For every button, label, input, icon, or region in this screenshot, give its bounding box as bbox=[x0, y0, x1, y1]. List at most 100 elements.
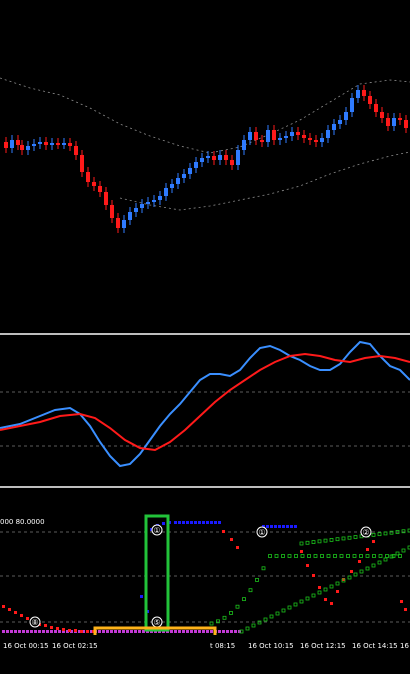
red-dot bbox=[312, 574, 315, 577]
magenta-dot bbox=[2, 630, 5, 633]
candle-body bbox=[236, 150, 240, 165]
marker-label: ② bbox=[362, 528, 369, 537]
green-dot bbox=[257, 620, 262, 625]
candle-body bbox=[290, 132, 294, 136]
magenta-dot bbox=[98, 630, 101, 633]
red-dot bbox=[2, 605, 5, 608]
green-dot bbox=[300, 554, 305, 558]
red-dot bbox=[80, 630, 83, 633]
candle-body bbox=[16, 140, 20, 145]
candle-body bbox=[164, 188, 168, 196]
candle-body bbox=[98, 186, 102, 192]
green-dot bbox=[377, 532, 382, 537]
magenta-dot bbox=[6, 630, 9, 633]
green-dot bbox=[326, 554, 331, 558]
magenta-dot bbox=[58, 630, 61, 633]
candle-body bbox=[194, 162, 198, 168]
blue-dot bbox=[214, 521, 217, 524]
green-dot bbox=[365, 566, 370, 571]
blue-dot bbox=[162, 522, 165, 525]
candle-body bbox=[374, 104, 378, 112]
green-dot bbox=[255, 578, 259, 582]
magenta-dot bbox=[210, 630, 213, 633]
green-dot bbox=[335, 537, 340, 542]
magenta-dot bbox=[174, 630, 177, 633]
green-dot bbox=[329, 584, 334, 589]
candlestick-chart bbox=[0, 77, 410, 233]
magenta-dot bbox=[118, 630, 121, 633]
time-label: t 08:15 bbox=[210, 642, 236, 650]
price-chart-pane[interactable] bbox=[0, 0, 410, 333]
green-dot bbox=[268, 554, 272, 558]
red-dot bbox=[358, 560, 361, 563]
green-dot bbox=[274, 554, 279, 558]
candle-body bbox=[10, 140, 14, 148]
magenta-dot bbox=[194, 630, 197, 633]
green-dot bbox=[275, 611, 280, 616]
indicator-pane[interactable]: ① ① ② ⑤ ⑧ bbox=[0, 490, 410, 635]
green-dot bbox=[353, 535, 358, 539]
candle-body bbox=[68, 143, 72, 146]
green-dot bbox=[222, 615, 227, 620]
magenta-dot bbox=[186, 630, 189, 633]
green-dot bbox=[359, 569, 364, 574]
magenta-dot bbox=[30, 630, 33, 633]
green-dot bbox=[307, 554, 311, 558]
green-dot bbox=[235, 604, 240, 609]
candle-body bbox=[218, 155, 222, 160]
magenta-dot bbox=[50, 630, 53, 633]
red-dot bbox=[330, 602, 333, 605]
green-dot bbox=[401, 548, 406, 553]
candle-body bbox=[320, 138, 324, 142]
candle-body bbox=[212, 156, 216, 160]
green-dot bbox=[261, 566, 266, 571]
blue-dot bbox=[178, 521, 181, 524]
candle-body bbox=[140, 204, 144, 208]
green-dot bbox=[248, 588, 253, 593]
blue-dot bbox=[206, 521, 209, 524]
marker-label: ⑤ bbox=[153, 618, 160, 627]
candle-body bbox=[278, 138, 282, 140]
pane-separator[interactable] bbox=[0, 333, 410, 335]
red-dot bbox=[366, 548, 369, 551]
candle-body bbox=[104, 192, 108, 205]
candle-body bbox=[20, 145, 24, 150]
green-dot bbox=[294, 554, 298, 558]
pane-separator[interactable] bbox=[0, 486, 410, 488]
candle-body bbox=[44, 142, 48, 145]
blue-dot bbox=[198, 521, 201, 524]
green-dot bbox=[333, 554, 337, 558]
green-dot bbox=[245, 626, 250, 631]
magenta-dot bbox=[126, 630, 129, 633]
candle-body bbox=[50, 143, 54, 145]
candle-body bbox=[206, 156, 210, 158]
candle-body bbox=[248, 132, 252, 140]
green-dot bbox=[352, 554, 357, 558]
green-dot bbox=[347, 575, 352, 580]
time-label: 16 Oct 14:15 bbox=[352, 642, 398, 650]
green-dot bbox=[287, 554, 292, 558]
candle-body bbox=[200, 158, 204, 162]
candle-body bbox=[266, 130, 270, 142]
magenta-dot bbox=[134, 630, 137, 633]
candle-body bbox=[56, 143, 60, 145]
magenta-dot bbox=[198, 630, 201, 633]
candle-body bbox=[332, 124, 336, 130]
magenta-dot bbox=[190, 630, 193, 633]
magenta-dot bbox=[54, 630, 57, 633]
green-dot bbox=[323, 538, 328, 543]
candle-body bbox=[392, 118, 396, 126]
magenta-dot bbox=[206, 630, 209, 633]
magenta-dot bbox=[26, 630, 29, 633]
red-dot bbox=[14, 611, 17, 614]
candle-body bbox=[380, 112, 384, 118]
candle-body bbox=[404, 120, 408, 128]
oscillator-pane[interactable] bbox=[0, 336, 410, 486]
candle-body bbox=[356, 90, 360, 98]
candle-body bbox=[182, 174, 186, 178]
candle-body bbox=[338, 120, 342, 124]
candle-body bbox=[158, 196, 162, 200]
blue-dot bbox=[286, 525, 289, 528]
magenta-dot bbox=[138, 630, 141, 633]
candle-body bbox=[170, 184, 174, 188]
